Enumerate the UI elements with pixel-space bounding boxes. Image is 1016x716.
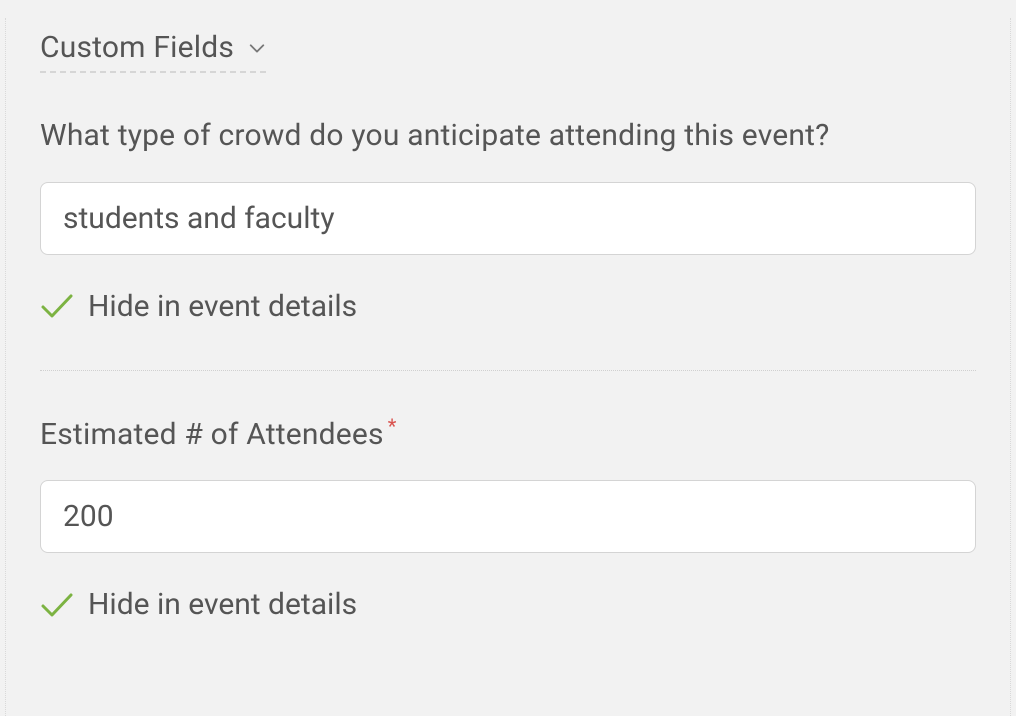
crowd-type-input[interactable]	[40, 182, 976, 255]
section-title: Custom Fields	[40, 30, 234, 65]
attendees-input[interactable]	[40, 480, 976, 553]
field-attendees: Estimated # of Attendees* Hide in event …	[40, 411, 976, 623]
hide-in-details-checkbox[interactable]: Hide in event details	[40, 587, 976, 622]
chevron-down-icon	[248, 41, 266, 55]
checkmark-icon	[40, 591, 74, 619]
hide-in-details-checkbox[interactable]: Hide in event details	[40, 289, 976, 324]
required-asterisk: *	[388, 414, 397, 438]
field-label-text: Estimated # of Attendees	[40, 417, 384, 452]
field-label-text: What type of crowd do you anticipate att…	[40, 118, 830, 153]
field-divider	[40, 370, 976, 371]
custom-fields-toggle[interactable]: Custom Fields	[40, 30, 266, 73]
custom-fields-panel: Custom Fields What type of crowd do you …	[5, 18, 1011, 716]
hide-label: Hide in event details	[88, 587, 357, 622]
field-label: What type of crowd do you anticipate att…	[40, 113, 976, 160]
field-label: Estimated # of Attendees*	[40, 411, 976, 459]
field-crowd-type: What type of crowd do you anticipate att…	[40, 113, 976, 324]
checkmark-icon	[40, 292, 74, 320]
hide-label: Hide in event details	[88, 289, 357, 324]
